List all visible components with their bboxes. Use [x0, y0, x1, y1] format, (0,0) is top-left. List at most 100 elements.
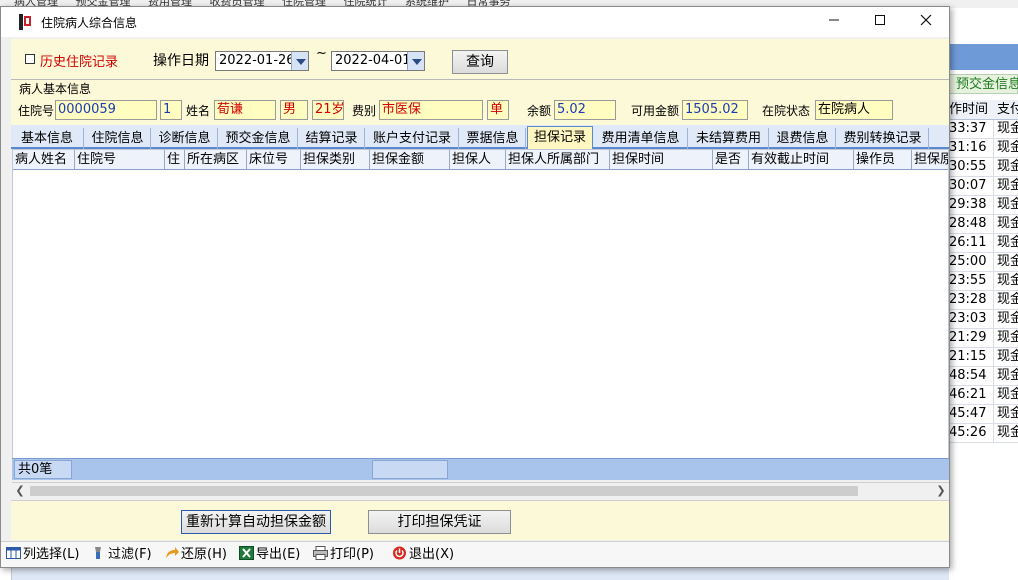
- bg-table-row[interactable]: 21:15 现金: [949, 348, 1018, 367]
- col-expiry-time[interactable]: 有效截止时间: [749, 150, 854, 169]
- guarantee-records-table[interactable]: 病人姓名 住院号 住 所在病区 床位号 担保类别 担保金额 担保人 担保人所属部…: [12, 149, 949, 459]
- col-guarantor[interactable]: 担保人: [450, 150, 506, 169]
- export-button[interactable]: 导出(E): [239, 546, 300, 564]
- bg-table-row[interactable]: 25:00 现金: [949, 253, 1018, 272]
- filter-icon: [95, 547, 101, 559]
- age-field[interactable]: 21岁: [312, 100, 344, 120]
- col-guarantor-dept[interactable]: 担保人所属部门: [506, 150, 610, 169]
- chevron-right-icon[interactable]: ❯: [933, 483, 949, 499]
- bg-table-row[interactable]: 30:55 现金: [949, 158, 1018, 177]
- tab-bar: 基本信息 住院信息 诊断信息 预交金信息 结算记录 账户支付记录 票据信息 担保…: [11, 125, 949, 149]
- column-select-button[interactable]: 列选择(L): [6, 546, 79, 564]
- single-flag-field[interactable]: 单: [487, 100, 509, 120]
- history-label[interactable]: 历史住院记录: [40, 51, 118, 70]
- bg-table-row[interactable]: 30:07 现金: [949, 177, 1018, 196]
- recalc-guarantee-button[interactable]: 重新计算自动担保金额: [181, 510, 331, 534]
- title-bar[interactable]: 住院病人综合信息: [1, 7, 949, 37]
- exit-label: 退出(X): [409, 547, 455, 562]
- restore-button[interactable]: 还原(H): [164, 546, 227, 564]
- filter-bar: 历史住院记录 操作日期 2022-01-26 ~ 2022-04-01 查询: [11, 39, 949, 81]
- minimize-icon[interactable]: [811, 7, 857, 37]
- action-panel: 重新计算自动担保金额 打印担保凭证: [11, 500, 949, 540]
- chevron-left-icon[interactable]: ❮: [12, 483, 28, 499]
- bg-table-row[interactable]: 33:37 现金: [949, 120, 1018, 139]
- bg-col-time[interactable]: 作时间: [949, 100, 988, 119]
- restore-label: 还原(H): [181, 547, 227, 562]
- query-button[interactable]: 查询: [452, 50, 508, 74]
- close-icon[interactable]: [903, 7, 949, 37]
- bg-cell-time: 46:21: [949, 386, 994, 404]
- bg-table-row[interactable]: 28:48 现金: [949, 215, 1018, 234]
- inpatient-no-field[interactable]: 0000059: [55, 100, 157, 120]
- bg-cell-time: 21:15: [949, 348, 994, 366]
- bg-table-row[interactable]: 45:47 现金: [949, 405, 1018, 424]
- chevron-down-icon[interactable]: [291, 52, 308, 70]
- scrollbar-thumb[interactable]: [30, 486, 858, 496]
- available-field[interactable]: 1505.02: [682, 100, 748, 120]
- bg-prepayment-title[interactable]: 预交金信息: [949, 74, 1018, 94]
- tab-receipt-info[interactable]: 票据信息: [460, 128, 526, 149]
- tab-basic-info[interactable]: 基本信息: [11, 128, 84, 149]
- bg-col-method[interactable]: 支付: [997, 100, 1018, 119]
- tab-guarantee-records[interactable]: 担保记录: [527, 126, 593, 149]
- bg-table-row[interactable]: 23:03 现金: [949, 310, 1018, 329]
- tab-prepayment-info[interactable]: 预交金信息: [219, 128, 298, 149]
- bg-column-header: 作时间 支付: [949, 100, 1018, 120]
- tab-refund-info[interactable]: 退费信息: [770, 128, 836, 149]
- tab-inpatient-info[interactable]: 住院信息: [85, 128, 151, 149]
- tab-settlement-records[interactable]: 结算记录: [299, 128, 365, 149]
- name-field[interactable]: 荀谦: [214, 100, 276, 120]
- exit-button[interactable]: 退出(X): [392, 546, 454, 564]
- bg-cell-method: 现金: [997, 216, 1018, 231]
- filter-button[interactable]: 过滤(F): [91, 546, 152, 564]
- bg-cell-time: 28:48: [949, 215, 994, 233]
- col-times[interactable]: 住: [165, 150, 185, 169]
- bg-table-row[interactable]: 31:16 现金: [949, 139, 1018, 158]
- horizontal-scrollbar[interactable]: ❮ ❯: [12, 482, 949, 498]
- col-patient-name[interactable]: 病人姓名: [13, 150, 75, 169]
- bg-cell-method: 现金: [997, 368, 1018, 383]
- print-guarantee-button[interactable]: 打印担保凭证: [368, 510, 511, 534]
- bg-cell-method: 现金: [997, 311, 1018, 326]
- col-operator[interactable]: 操作员: [854, 150, 912, 169]
- tab-fee-detail[interactable]: 费用清单信息: [594, 128, 688, 149]
- status-field[interactable]: 在院病人: [815, 100, 893, 120]
- col-inpatient-no[interactable]: 住院号: [75, 150, 165, 169]
- print-button[interactable]: 打印(P): [313, 546, 374, 564]
- balance-label: 余额: [527, 104, 552, 118]
- col-bed-no[interactable]: 床位号: [247, 150, 301, 169]
- tab-unsettled-fees[interactable]: 未结算费用: [689, 128, 769, 149]
- bg-table-row[interactable]: 46:21 现金: [949, 386, 1018, 405]
- col-guarantee-time[interactable]: 担保时间: [610, 150, 713, 169]
- bottom-toolbar: 列选择(L) 过滤(F) 还原(H) 导出(E) 打印(P) 退出(X): [1, 541, 949, 567]
- bg-table-row[interactable]: 45:26 现金: [949, 424, 1018, 443]
- bg-cell-method: 现金: [997, 406, 1018, 421]
- fee-type-field[interactable]: 市医保: [379, 100, 483, 120]
- history-checkbox[interactable]: [25, 54, 35, 64]
- tab-fee-type-changes[interactable]: 费别转换记录: [837, 128, 929, 149]
- col-guarantee-type[interactable]: 担保类别: [301, 150, 370, 169]
- bg-cell-time: 21:29: [949, 329, 994, 347]
- tab-account-payments[interactable]: 账户支付记录: [366, 128, 459, 149]
- group-title: 病人基本信息: [19, 80, 92, 97]
- date-to-picker[interactable]: 2022-04-01: [331, 51, 425, 71]
- admission-times-field[interactable]: 1: [160, 100, 182, 120]
- background-prepayment-panel: 预交金信息 作时间 支付 33:37 现金 31:16 现金 30:55 现金 30:07 现…: [949, 8, 1018, 580]
- col-guarantee-reason[interactable]: 担保原: [912, 150, 948, 169]
- col-guarantee-amount[interactable]: 担保金额: [370, 150, 450, 169]
- bg-table-row[interactable]: 23:55 现金: [949, 272, 1018, 291]
- date-label: 操作日期: [153, 53, 209, 69]
- date-from-picker[interactable]: 2022-01-26: [215, 51, 309, 71]
- bg-table-row[interactable]: 26:11 现金: [949, 234, 1018, 253]
- col-is-flag[interactable]: 是否: [713, 150, 749, 169]
- bg-table-row[interactable]: 23:28 现金: [949, 291, 1018, 310]
- col-ward[interactable]: 所在病区: [185, 150, 247, 169]
- balance-field[interactable]: 5.02: [554, 100, 616, 120]
- tab-diagnosis-info[interactable]: 诊断信息: [152, 128, 218, 149]
- maximize-icon[interactable]: [857, 7, 903, 37]
- chevron-down-icon[interactable]: [407, 52, 424, 70]
- bg-table-row[interactable]: 29:38 现金: [949, 196, 1018, 215]
- bg-table-row[interactable]: 48:54 现金: [949, 367, 1018, 386]
- sex-field[interactable]: 男: [280, 100, 308, 120]
- bg-table-row[interactable]: 21:29 现金: [949, 329, 1018, 348]
